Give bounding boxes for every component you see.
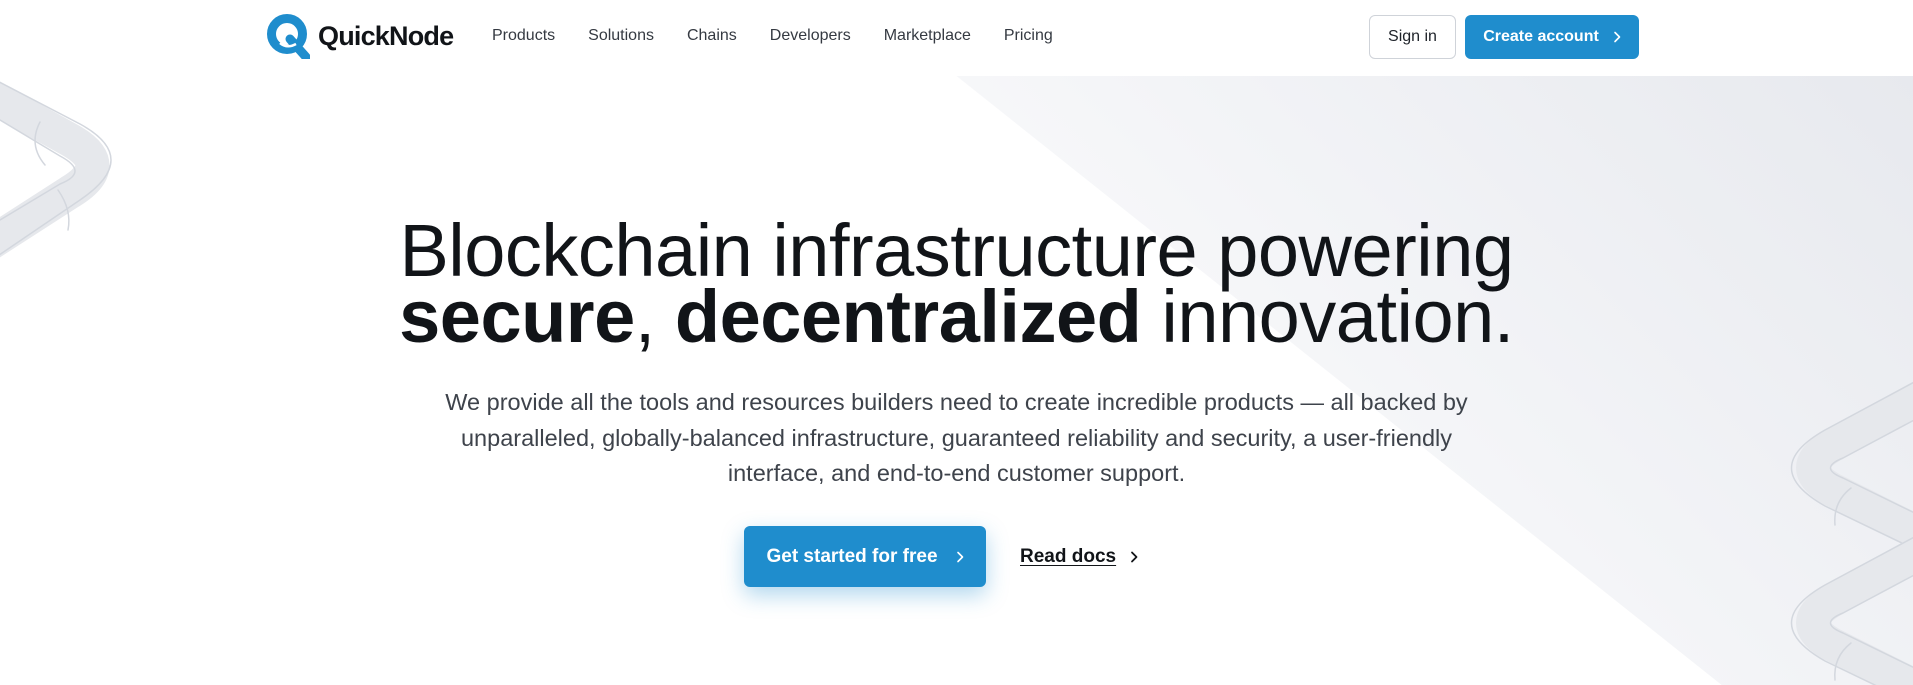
nav-item-solutions[interactable]: Solutions xyxy=(588,27,654,45)
sign-in-label: Sign in xyxy=(1388,28,1437,45)
nav-item-pricing[interactable]: Pricing xyxy=(1004,27,1053,45)
nav-item-products[interactable]: Products xyxy=(492,27,555,45)
hero-background-gradient xyxy=(956,76,1913,685)
read-docs-label: Read docs xyxy=(1020,545,1117,567)
chevron-right-icon xyxy=(1131,551,1138,562)
main-nav: Products Solutions Chains Developers Mar… xyxy=(492,0,1053,72)
quicknode-logo-icon xyxy=(267,14,310,59)
hero-subheading: We provide all the tools and resources b… xyxy=(445,389,1468,486)
get-started-button[interactable]: Get started for free xyxy=(744,526,986,587)
top-navbar: QuickNode Products Solutions Chains Deve… xyxy=(0,0,1913,72)
nav-item-marketplace[interactable]: Marketplace xyxy=(884,27,971,45)
chevron-right-icon xyxy=(1613,31,1621,43)
headline-bold-secure: secure xyxy=(399,275,635,358)
nav-item-developers[interactable]: Developers xyxy=(770,27,851,45)
get-started-label: Get started for free xyxy=(766,545,938,567)
chevron-right-icon xyxy=(956,551,963,562)
headline-bold-decentralized: decentralized xyxy=(674,275,1142,358)
create-account-label: Create account xyxy=(1483,28,1599,45)
headline-separator: , xyxy=(634,275,675,358)
create-account-button[interactable]: Create account xyxy=(1465,15,1639,59)
hero-headline-line2: secure, decentralized innovation. xyxy=(0,280,1913,354)
nav-item-chains[interactable]: Chains xyxy=(687,27,737,45)
sign-in-button[interactable]: Sign in xyxy=(1369,15,1456,59)
brand-name: QuickNode xyxy=(318,20,454,51)
decorative-pipe-right xyxy=(1790,381,1913,685)
read-docs-link[interactable]: Read docs xyxy=(1020,526,1138,587)
brand-logo[interactable]: QuickNode xyxy=(266,13,454,59)
headline-tail: innovation. xyxy=(1141,275,1514,358)
